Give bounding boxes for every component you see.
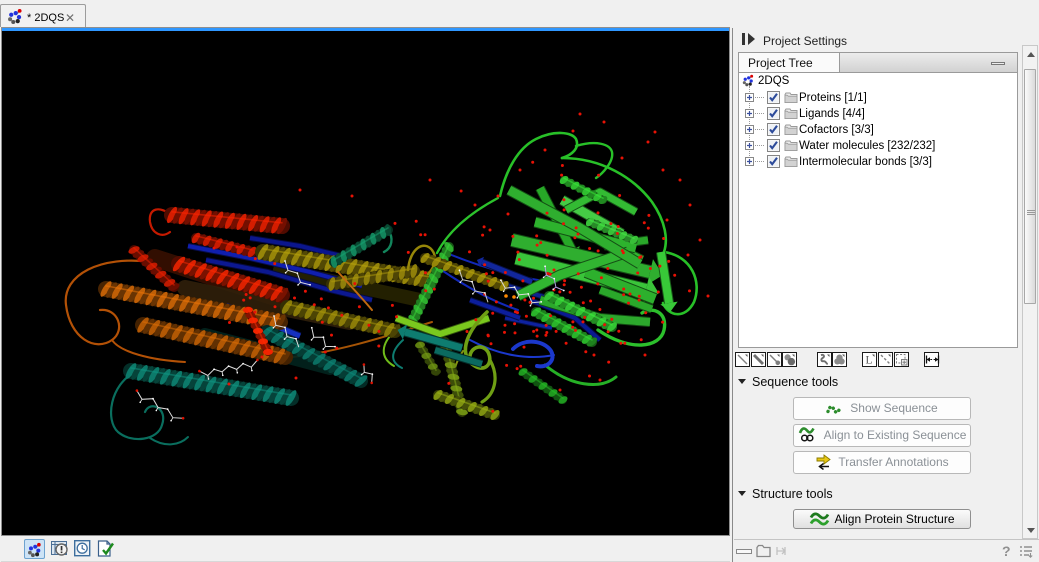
svg-text:L: L: [866, 355, 873, 367]
